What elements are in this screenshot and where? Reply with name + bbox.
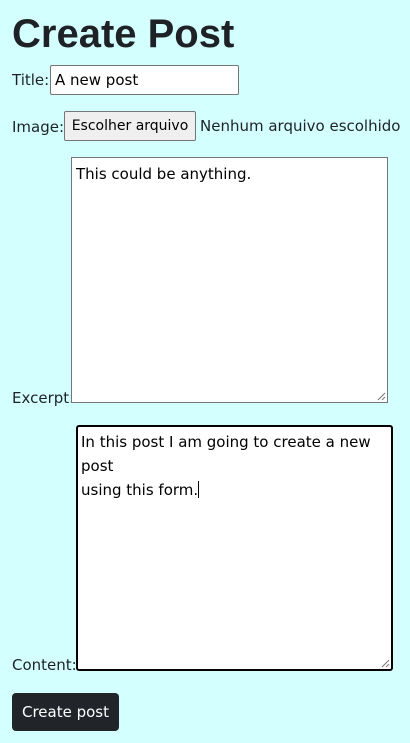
content-textarea[interactable]: In this post I am going to create a new … — [76, 425, 393, 671]
excerpt-label: Excerpt: — [12, 389, 75, 407]
content-label: Content: — [12, 656, 77, 674]
excerpt-textarea[interactable]: This could be anything. — [71, 157, 388, 403]
resize-grip-icon[interactable] — [381, 659, 390, 668]
choose-file-button[interactable]: Escolher arquivo — [64, 111, 196, 141]
text-caret — [198, 481, 200, 498]
content-text-line: using this form. — [81, 481, 200, 499]
excerpt-text: This could be anything. — [76, 165, 252, 183]
create-post-button[interactable]: Create post — [12, 693, 119, 731]
resize-grip-icon[interactable] — [377, 392, 386, 401]
content-text-line: In this post I am going to create a new … — [81, 433, 371, 475]
page-title: Create Post — [12, 12, 235, 56]
image-label: Image: — [12, 118, 65, 136]
file-status-text: Nenhum arquivo escolhido — [200, 117, 401, 135]
title-input[interactable]: A new post — [50, 65, 239, 95]
title-label: Title: — [12, 71, 50, 89]
